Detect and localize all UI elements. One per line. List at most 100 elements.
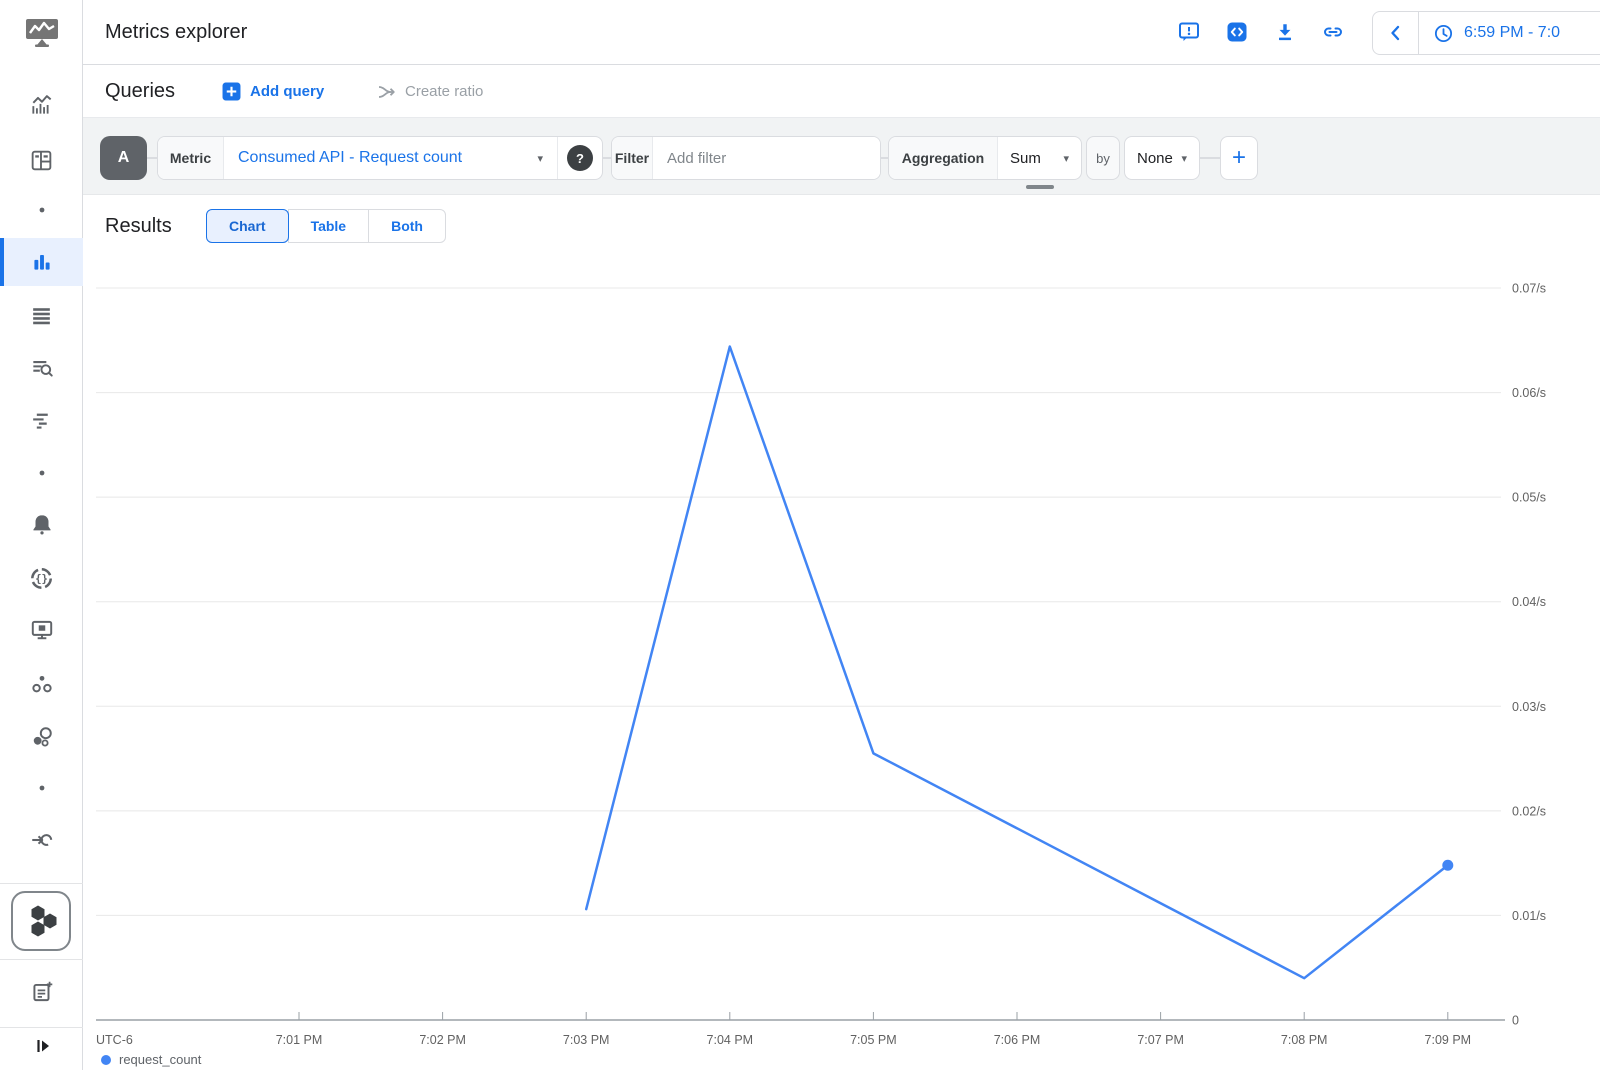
help-icon: ? [567,145,593,171]
chevron-left-icon [1385,22,1407,44]
chip-connector [881,157,888,159]
circle-cluster-icon [29,724,55,750]
dot-separator [38,784,46,792]
dashboards-grid-icon [29,148,54,173]
sidebar-item-dashboards-monitor[interactable] [0,604,83,656]
resize-drag-handle[interactable] [1026,185,1054,189]
sidebar-item-services[interactable] [0,711,83,763]
sidebar-item-uptime-checks[interactable]: {} [0,552,83,604]
feedback-button[interactable] [1172,15,1206,49]
svg-text:0.02/s: 0.02/s [1512,804,1546,818]
sidebar-item-overview[interactable] [0,79,83,131]
queries-bar: Queries Add query Create ratio [83,65,1600,118]
document-add-icon [29,979,55,1005]
svg-text:0.06/s: 0.06/s [1512,386,1546,400]
download-button[interactable] [1268,15,1302,49]
query-editor-button[interactable] [1220,15,1254,49]
sidebar-item-metrics-explorer[interactable] [0,236,83,288]
aggregation-value-text: Sum [1010,150,1041,167]
share-link-button[interactable] [1316,15,1350,49]
expand-panel-icon [30,1034,54,1058]
staggered-lines-icon [29,408,54,433]
group-by-chip-group: None ▾ [1124,136,1200,180]
svg-text:7:01 PM: 7:01 PM [276,1033,323,1047]
time-range-label: 6:59 PM - 7:0 [1464,24,1560,42]
results-view-toggle: Chart Table Both [206,209,446,243]
metrics-explorer-page: 00.01/s0.02/s0.03/s0.04/s0.05/s0.06/s0.0… [0,0,1600,1070]
svg-text:7:09 PM: 7:09 PM [1425,1033,1472,1047]
svg-text:7:02 PM: 7:02 PM [419,1033,466,1047]
list-search-icon [29,355,55,381]
legend-item-request-count[interactable]: request_count [101,1052,201,1067]
sidebar-item-alerting[interactable] [0,499,83,551]
time-range-button[interactable]: 6:59 PM - 7:0 [1419,12,1574,54]
filter-label: Filter [612,137,653,179]
sidebar-item-release-notes[interactable] [0,966,83,1018]
sidebar-item-trace[interactable] [0,394,83,446]
query-letter-badge[interactable]: A [100,136,147,180]
svg-text:0.01/s: 0.01/s [1512,909,1546,923]
feedback-icon [1177,20,1201,44]
chevron-down-icon: ▾ [1181,152,1187,165]
chevron-down-icon: ▾ [537,152,543,165]
time-range-group: 6:59 PM - 7:0 [1372,11,1600,55]
sidebar-item-integrations[interactable] [0,814,83,866]
group-by-dropdown[interactable]: None ▾ [1125,137,1199,179]
header-bar: Metrics explorer [0,0,1600,65]
page-title: Metrics explorer [105,0,247,65]
bar-chart-icon [29,249,55,275]
create-ratio-button[interactable]: Create ratio [376,65,483,118]
left-nav-sidebar: {} [0,0,83,1070]
braces-circle-icon: {} [28,565,55,592]
sidebar-item-logs[interactable] [0,289,83,341]
svg-text:0.07/s: 0.07/s [1512,282,1546,296]
metric-chip-group: Metric Consumed API - Request count ▾ ? [157,136,603,180]
group-by-value-text: None [1137,150,1173,167]
svg-text:0.05/s: 0.05/s [1512,491,1546,505]
results-title: Results [105,195,172,258]
chart-plot-area[interactable] [96,268,1505,1020]
sidebar-item-kubernetes[interactable] [11,891,71,951]
add-query-label: Add query [250,83,324,100]
stacked-lines-icon [29,303,54,328]
link-icon [1321,20,1345,44]
add-aggregation-button[interactable]: + [1220,136,1258,180]
nav-section-separator [0,451,83,495]
metric-help-button[interactable]: ? [557,137,602,179]
metric-label: Metric [158,137,224,179]
code-icon [1225,20,1249,44]
header-actions [1172,15,1350,49]
tab-table[interactable]: Table [288,209,370,243]
sidebar-item-groups[interactable] [0,658,83,710]
sidebar-item-log-search[interactable] [0,342,83,394]
bell-icon [29,512,55,538]
download-icon [1273,20,1297,44]
merge-arrow-icon [376,82,397,102]
queries-title: Queries [105,65,175,118]
svg-text:0: 0 [1512,1014,1519,1028]
monitor-widget-icon [29,617,55,643]
sidebar-item-dashboards[interactable] [0,134,83,186]
legend-label: request_count [119,1052,201,1067]
svg-text:UTC-6: UTC-6 [96,1033,133,1047]
add-box-icon [222,82,241,101]
clock-icon [1433,23,1454,44]
nav-section-separator [0,188,83,232]
filter-input[interactable] [653,137,880,179]
tab-chart[interactable]: Chart [206,209,289,243]
svg-text:7:03 PM: 7:03 PM [563,1033,610,1047]
svg-text:0.04/s: 0.04/s [1512,595,1546,609]
tab-both[interactable]: Both [368,209,446,243]
chip-connector [603,157,611,159]
time-range-back-button[interactable] [1373,12,1419,54]
monitoring-logo-icon [24,17,60,49]
dot-separator [38,469,46,477]
chevron-down-icon: ▾ [1063,152,1069,165]
add-query-button[interactable]: Add query [222,65,324,118]
sidebar-expand-button[interactable] [0,1022,83,1070]
metric-dropdown[interactable]: Consumed API - Request count ▾ [224,137,557,179]
aggregation-chip-group: Aggregation Sum ▾ [888,136,1082,180]
product-logo [0,0,83,65]
aggregation-dropdown[interactable]: Sum ▾ [998,137,1081,179]
chip-connector [1200,157,1220,159]
